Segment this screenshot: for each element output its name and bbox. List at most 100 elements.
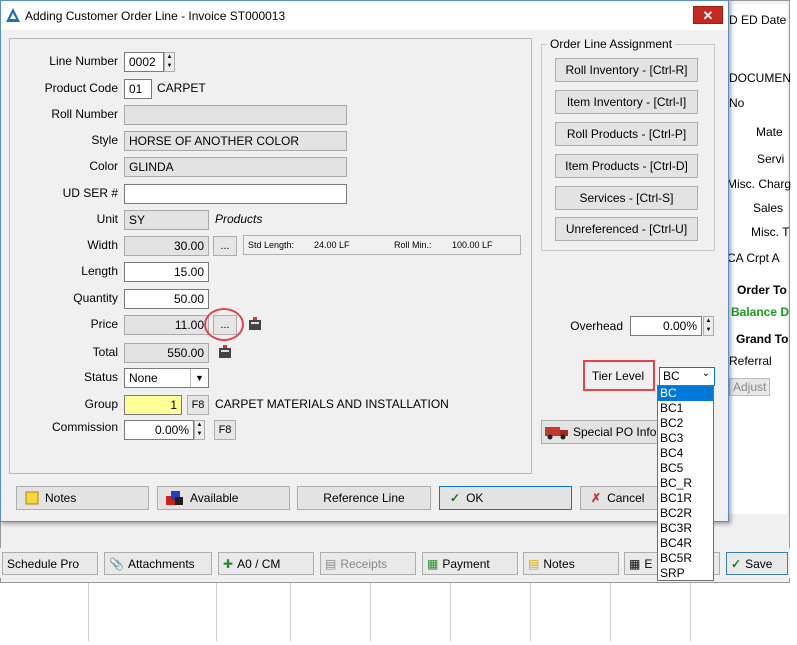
- truck-icon: [545, 427, 568, 440]
- overhead-field[interactable]: 0.00%: [630, 316, 702, 336]
- unit-field: SY: [124, 210, 209, 230]
- calculator-icon[interactable]: [248, 317, 262, 331]
- tier-option[interactable]: BC3R: [658, 521, 713, 536]
- tier-option[interactable]: BC4R: [658, 536, 713, 551]
- width-lookup-button[interactable]: ...: [213, 236, 237, 256]
- bg-label-order-total: Order To: [737, 283, 787, 297]
- calculator-icon[interactable]: [218, 345, 232, 359]
- bg-label-ca-crpt: CA Crpt A: [727, 251, 780, 265]
- available-button[interactable]: Available: [157, 486, 290, 510]
- roll-info-box: Std Length: 24.00 LF Roll Min.: 100.00 L…: [243, 235, 521, 255]
- line-number-spinner[interactable]: ▲ ▼: [164, 52, 175, 72]
- toolbar-notes-button[interactable]: ▤ Notes: [523, 552, 619, 575]
- grid-column-divider: [88, 583, 89, 641]
- note-icon: ▤: [528, 556, 540, 571]
- notes-button[interactable]: Notes: [16, 486, 149, 510]
- commission-spinner[interactable]: ▲ ▼: [194, 420, 205, 440]
- schedule-pro-label: Schedule Pro: [7, 556, 80, 571]
- note-icon: [25, 491, 39, 505]
- bg-label-misc-charg: Misc. Charg: [727, 177, 792, 191]
- product-code-field[interactable]: 01: [124, 79, 152, 99]
- tier-level-select[interactable]: BC ⌄: [659, 367, 715, 386]
- line-number-field[interactable]: 0002: [124, 52, 164, 72]
- product-code-label: Product Code: [44, 81, 118, 95]
- tier-option[interactable]: BC: [658, 386, 713, 401]
- x-icon: ✗: [591, 491, 602, 505]
- std-length-value: 24.00 LF: [314, 240, 350, 250]
- tier-option[interactable]: BC_R: [658, 476, 713, 491]
- group-field[interactable]: 1: [124, 395, 182, 415]
- bg-label-grand-total: Grand To: [736, 332, 789, 346]
- style-field: HORSE OF ANOTHER COLOR: [124, 131, 347, 151]
- bg-label-balance: Balance D: [731, 305, 790, 319]
- reference-line-button[interactable]: Reference Line: [297, 486, 431, 510]
- services-button[interactable]: Services - [Ctrl-S]: [555, 186, 698, 210]
- checkmark-icon: ✓: [450, 491, 461, 505]
- email-label: E: [644, 556, 653, 571]
- std-length-label: Std Length:: [248, 240, 295, 250]
- line-number-label: Line Number: [49, 54, 118, 68]
- tier-option[interactable]: SRP: [658, 566, 713, 581]
- order-line-assignment-title: Order Line Assignment: [547, 37, 676, 51]
- attachments-button[interactable]: 📎 Attachments: [104, 552, 212, 575]
- unit-description: Products: [215, 212, 263, 226]
- tier-option[interactable]: BC1R: [658, 491, 713, 506]
- group-f8-button[interactable]: F8: [187, 395, 209, 415]
- width-field: 30.00: [124, 236, 209, 256]
- group-description: CARPET MATERIALS AND INSTALLATION: [215, 397, 449, 411]
- style-label: Style: [91, 133, 118, 147]
- tier-option[interactable]: BC1: [658, 401, 713, 416]
- close-button[interactable]: ✕: [693, 6, 723, 24]
- payment-label: Payment: [442, 556, 490, 571]
- schedule-pro-button[interactable]: Schedule Pro: [2, 552, 98, 575]
- tier-option[interactable]: BC2: [658, 416, 713, 431]
- item-inventory-button[interactable]: Item Inventory - [Ctrl-I]: [555, 90, 698, 114]
- tier-option[interactable]: BC3: [658, 431, 713, 446]
- tier-option[interactable]: BC4: [658, 446, 713, 461]
- unit-label: Unit: [96, 212, 118, 226]
- payment-button[interactable]: ▦ Payment: [422, 552, 518, 575]
- tier-option[interactable]: BC2R: [658, 506, 713, 521]
- quantity-field[interactable]: 50.00: [124, 289, 209, 309]
- save-button[interactable]: ✓ Save: [726, 552, 788, 575]
- overhead-spinner[interactable]: ▲ ▼: [703, 316, 714, 336]
- group-label: Group: [84, 397, 118, 411]
- receipts-button[interactable]: ▤ Receipts: [320, 552, 416, 575]
- notes-label: Notes: [45, 491, 77, 505]
- commission-f8-button[interactable]: F8: [214, 420, 236, 440]
- special-po-label: Special PO Info: [573, 425, 657, 439]
- commission-field[interactable]: 0.00%: [124, 420, 194, 440]
- bg-label-document: DOCUMEN: [729, 71, 791, 85]
- dialog-title: Adding Customer Order Line - Invoice ST0…: [25, 9, 286, 23]
- stock-icon: [166, 491, 183, 505]
- chevron-down-icon: ▼: [190, 369, 208, 387]
- color-label: Color: [89, 159, 118, 173]
- unreferenced-button[interactable]: Unreferenced - [Ctrl-U]: [555, 217, 698, 241]
- status-select[interactable]: None ▼: [124, 368, 209, 388]
- checkmark-icon: ✓: [731, 556, 742, 571]
- grid-column-divider: [690, 583, 691, 641]
- cancel-label: Cancel: [607, 491, 645, 505]
- ok-button[interactable]: ✓ OK: [439, 486, 572, 510]
- dialog-titlebar[interactable]: Adding Customer Order Line - Invoice ST0…: [1, 1, 728, 30]
- item-products-button[interactable]: Item Products - [Ctrl-D]: [555, 154, 698, 178]
- grid-column-divider: [370, 583, 371, 641]
- a0-cm-label: A0 / CM: [237, 556, 281, 571]
- status-value: None: [129, 371, 158, 385]
- bg-label-ed-date: D ED Date: [729, 13, 787, 27]
- roll-number-label: Roll Number: [51, 107, 118, 121]
- a0-cm-button[interactable]: ✚ A0 / CM: [218, 552, 314, 575]
- tier-option[interactable]: BC5R: [658, 551, 713, 566]
- bg-label-mate: Mate: [756, 125, 783, 139]
- bg-label-no: No: [729, 96, 745, 110]
- length-field[interactable]: 15.00: [124, 262, 209, 282]
- bg-label-sales: Sales: [753, 201, 784, 215]
- price-field: 11.00: [124, 315, 209, 335]
- roll-inventory-button[interactable]: Roll Inventory - [Ctrl-R]: [555, 58, 698, 82]
- ud-ser-label: UD SER #: [62, 186, 118, 200]
- special-po-info-button[interactable]: Special PO Info: [541, 420, 659, 444]
- bg-adjust-button[interactable]: Adjust: [729, 378, 771, 396]
- roll-products-button[interactable]: Roll Products - [Ctrl-P]: [555, 122, 698, 146]
- ud-ser-field[interactable]: [124, 184, 347, 204]
- tier-option[interactable]: BC5: [658, 461, 713, 476]
